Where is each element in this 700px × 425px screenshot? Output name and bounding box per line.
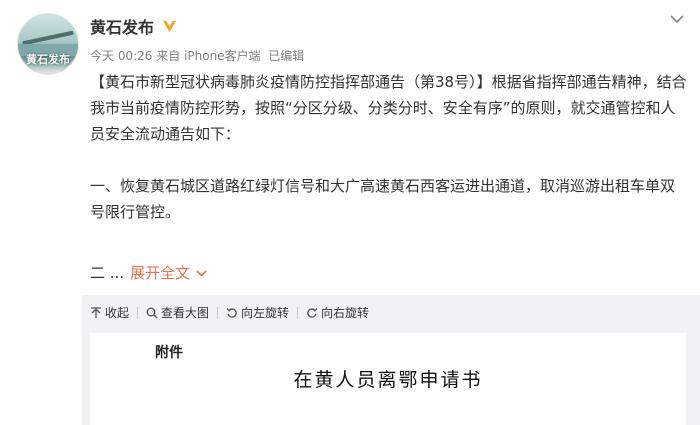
post-menu-chevron-button[interactable] bbox=[664, 10, 690, 28]
post-meta: 今天 00:26 来自 iPhone客户端 已编辑 bbox=[90, 47, 304, 64]
avatar[interactable]: 黄石发布 bbox=[17, 13, 79, 75]
zoom-icon bbox=[146, 307, 158, 318]
view-large-button[interactable]: 查看大图 bbox=[146, 304, 209, 321]
rotate-right-label: 向右旋转 bbox=[321, 306, 370, 320]
source-prefix: 来自 bbox=[156, 49, 181, 63]
rotate-left-label: 向左旋转 bbox=[241, 306, 290, 320]
post-teaser: 二 ... bbox=[90, 264, 125, 282]
post-paragraph-2: 一、恢复黄石城区道路红绿灯信号和大广高速黄石西客运进出通道，取消巡游出租车单双号… bbox=[90, 177, 676, 221]
author-name[interactable]: 黄石发布 bbox=[90, 14, 154, 38]
document-attachment-label: 附件 bbox=[155, 345, 183, 361]
verified-icon bbox=[161, 18, 177, 34]
collapse-icon bbox=[91, 306, 101, 318]
chevron-down-icon bbox=[196, 269, 207, 277]
document-title: 在黄人员离鄂申请书 bbox=[293, 369, 483, 391]
view-large-label: 查看大图 bbox=[161, 306, 210, 320]
toolbar-divider bbox=[137, 306, 139, 319]
rotate-left-button[interactable]: 向左旋转 bbox=[226, 304, 289, 321]
collapse-button[interactable]: 收起 bbox=[90, 304, 129, 321]
rotate-left-icon bbox=[226, 307, 237, 318]
source-client[interactable]: iPhone客户端 bbox=[184, 47, 261, 64]
avatar-label: 黄石发布 bbox=[26, 53, 70, 66]
expand-label: 展开全文 bbox=[130, 264, 191, 282]
edited-label[interactable]: 已编辑 bbox=[268, 47, 304, 64]
attached-document-image[interactable]: 附件 在黄人员离鄂申请书 bbox=[90, 333, 686, 425]
author-row: 黄石发布 bbox=[90, 14, 177, 38]
media-panel: 收起 查看大图 向左旋转 向右旋转 附件 在黄人员离鄂申请书 bbox=[82, 295, 700, 425]
chevron-down-icon bbox=[670, 14, 684, 23]
rotate-right-icon bbox=[307, 307, 318, 318]
expand-full-text-link[interactable]: 展开全文 bbox=[130, 260, 207, 286]
post-teaser-row: 二 ... 展开全文 bbox=[90, 260, 207, 286]
post-body: 【黄石市新型冠状病毒肺炎疫情防控指挥部通告（第38号）】根据省指挥部通告精神，结… bbox=[90, 69, 688, 225]
post-time[interactable]: 今天 00:26 bbox=[90, 47, 152, 64]
toolbar-divider bbox=[217, 306, 219, 319]
collapse-label: 收起 bbox=[105, 306, 130, 320]
image-toolbar: 收起 查看大图 向左旋转 向右旋转 bbox=[90, 295, 369, 330]
rotate-right-button[interactable]: 向右旋转 bbox=[306, 304, 369, 321]
toolbar-divider bbox=[297, 306, 299, 319]
post-paragraph-1: 【黄石市新型冠状病毒肺炎疫情防控指挥部通告（第38号）】根据省指挥部通告精神，结… bbox=[90, 73, 687, 143]
